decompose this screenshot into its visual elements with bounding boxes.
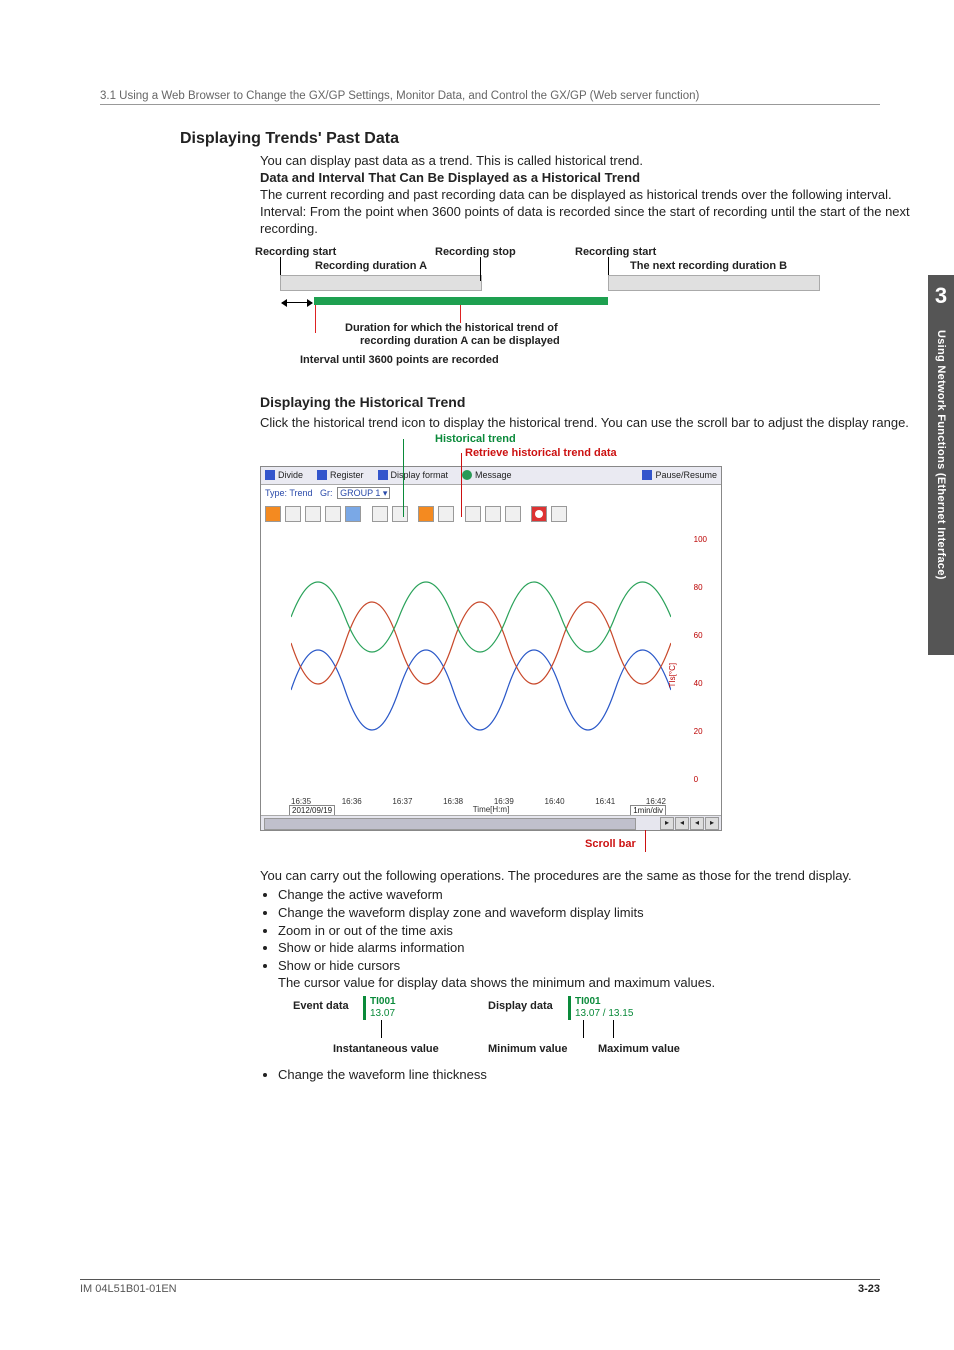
label-next-duration-b: The next recording duration B (630, 259, 787, 273)
label-interval-3600: Interval until 3600 points are recorded (300, 353, 499, 367)
label-recording-start-2: Recording start (575, 245, 656, 259)
tool-icon-9[interactable] (438, 506, 454, 522)
label-display-data: Display data (488, 999, 553, 1013)
label-instantaneous: Instantaneous value (333, 1042, 439, 1056)
tool-icon-12[interactable] (505, 506, 521, 522)
label-duration-a: Recording duration A (315, 259, 427, 273)
hist-trend-icon[interactable] (418, 506, 434, 522)
bullet-1: Change the active waveform (278, 887, 920, 904)
footer-doc-number: IM 04L51B01-01EN (80, 1283, 177, 1295)
tool-icon-4[interactable] (325, 506, 341, 522)
chart-panel: Divide Register Display format Message P… (260, 466, 722, 831)
footer-page-number: 3-23 (858, 1283, 880, 1295)
side-tab: 3 Using Network Functions (Ethernet Inte… (928, 275, 954, 655)
label-type-trend: Type: Trend (265, 488, 313, 498)
scroll-prev-icon[interactable]: ◂ (690, 817, 704, 830)
page-content: 3.1 Using a Web Browser to Change the GX… (80, 90, 880, 1086)
tool-icon-11[interactable] (485, 506, 501, 522)
tool-icon-14[interactable] (551, 506, 567, 522)
bullet-6: Change the waveform line thickness (278, 1067, 920, 1084)
label-recording-start-1: Recording start (255, 245, 336, 259)
menu-pause-resume[interactable]: Pause/Resume (642, 470, 717, 482)
para-interval: Interval: From the point when 3600 point… (260, 204, 920, 238)
label-hist-line2: recording duration A can be displayed (360, 334, 560, 348)
tool-icon-2[interactable] (285, 506, 301, 522)
zoom-in-icon[interactable] (372, 506, 388, 522)
timing-diagram: Recording start Recording stop Recording… (260, 245, 920, 375)
subheading-data-interval: Data and Interval That Can Be Displayed … (260, 170, 920, 187)
scroll-thumb[interactable] (264, 818, 636, 830)
menu-display-format[interactable]: Display format (378, 470, 449, 482)
chart-waves (291, 535, 671, 775)
cursor-value-diagram: Event data TI001 13.07 Display data TI00… (278, 996, 920, 1066)
subheading-displaying-hist: Displaying the Historical Trend (260, 393, 920, 411)
callout-retrieve: Retrieve historical trend data (465, 446, 617, 460)
tool-icon-10[interactable] (465, 506, 481, 522)
bullet-5-detail: The cursor value for display data shows … (278, 975, 920, 992)
breadcrumb: 3.1 Using a Web Browser to Change the GX… (100, 90, 880, 105)
menu-divide[interactable]: Divide (265, 470, 303, 482)
scroll-next-icon[interactable]: ▸ (705, 817, 719, 830)
para-current-recording: The current recording and past recording… (260, 187, 920, 204)
y-axis-ticks: 100 80 60 40 20 0 (694, 535, 707, 785)
label-max-value: Maximum value (598, 1042, 680, 1056)
callout-scroll-bar: Scroll bar (585, 837, 636, 851)
ops-paragraph: You can carry out the following operatio… (260, 868, 920, 885)
tool-icon-3[interactable] (305, 506, 321, 522)
callout-hist-trend: Historical trend (435, 432, 516, 446)
intro-text: You can display past data as a trend. Th… (260, 153, 920, 170)
page-footer: IM 04L51B01-01EN 3-23 (80, 1279, 880, 1295)
zoom-out-icon[interactable] (392, 506, 408, 522)
section-heading: Displaying Trends' Past Data (180, 130, 880, 148)
tag-display: TI001 13.07 / 13.15 (568, 996, 637, 1020)
label-gr: Gr: (320, 488, 333, 498)
bullet-5: Show or hide cursors The cursor value fo… (278, 958, 920, 1066)
y-axis-label: TIs[°C] (669, 663, 679, 688)
register-icon (317, 470, 327, 480)
menu-register[interactable]: Register (317, 470, 364, 482)
select-group[interactable]: GROUP 1 ▾ (337, 487, 390, 499)
bullet-2: Change the waveform display zone and wav… (278, 905, 920, 922)
chapter-title-vertical: Using Network Functions (Ethernet Interf… (935, 330, 947, 580)
chart-toolbar-1: Divide Register Display format Message P… (261, 467, 721, 486)
chapter-number: 3 (928, 275, 954, 309)
scroll-right-icon[interactable]: ▸ (660, 817, 674, 830)
tool-icon-1[interactable] (265, 506, 281, 522)
chart-plot-area: 100 80 60 40 20 0 TIs[°C] 16:35 16:36 16… (261, 525, 721, 815)
message-icon (462, 470, 472, 480)
divide-icon (265, 470, 275, 480)
retrieve-hist-icon[interactable] (531, 506, 547, 522)
label-recording-stop: Recording stop (435, 245, 516, 259)
pause-icon (642, 470, 652, 480)
chart-toolbar-3 (261, 503, 721, 525)
scroll-first-icon[interactable]: ◂ (675, 817, 689, 830)
display-format-icon (378, 470, 388, 480)
bullet-4: Show or hide alarms information (278, 940, 920, 957)
menu-message[interactable]: Message (462, 470, 512, 482)
label-min-value: Minimum value (488, 1042, 567, 1056)
chart-toolbar-2: Type: Trend Gr: GROUP 1 ▾ (261, 485, 721, 503)
label-event-data: Event data (293, 999, 349, 1013)
scroll-bar-row: ▸ ◂ ◂ ▸ (261, 815, 721, 830)
tag-event: TI001 13.07 (363, 996, 400, 1020)
bullet-3: Zoom in or out of the time axis (278, 923, 920, 940)
tool-icon-5[interactable] (345, 506, 361, 522)
x-axis-label: Time[H:m] (473, 805, 510, 815)
hist-paragraph: Click the historical trend icon to displ… (260, 415, 920, 432)
